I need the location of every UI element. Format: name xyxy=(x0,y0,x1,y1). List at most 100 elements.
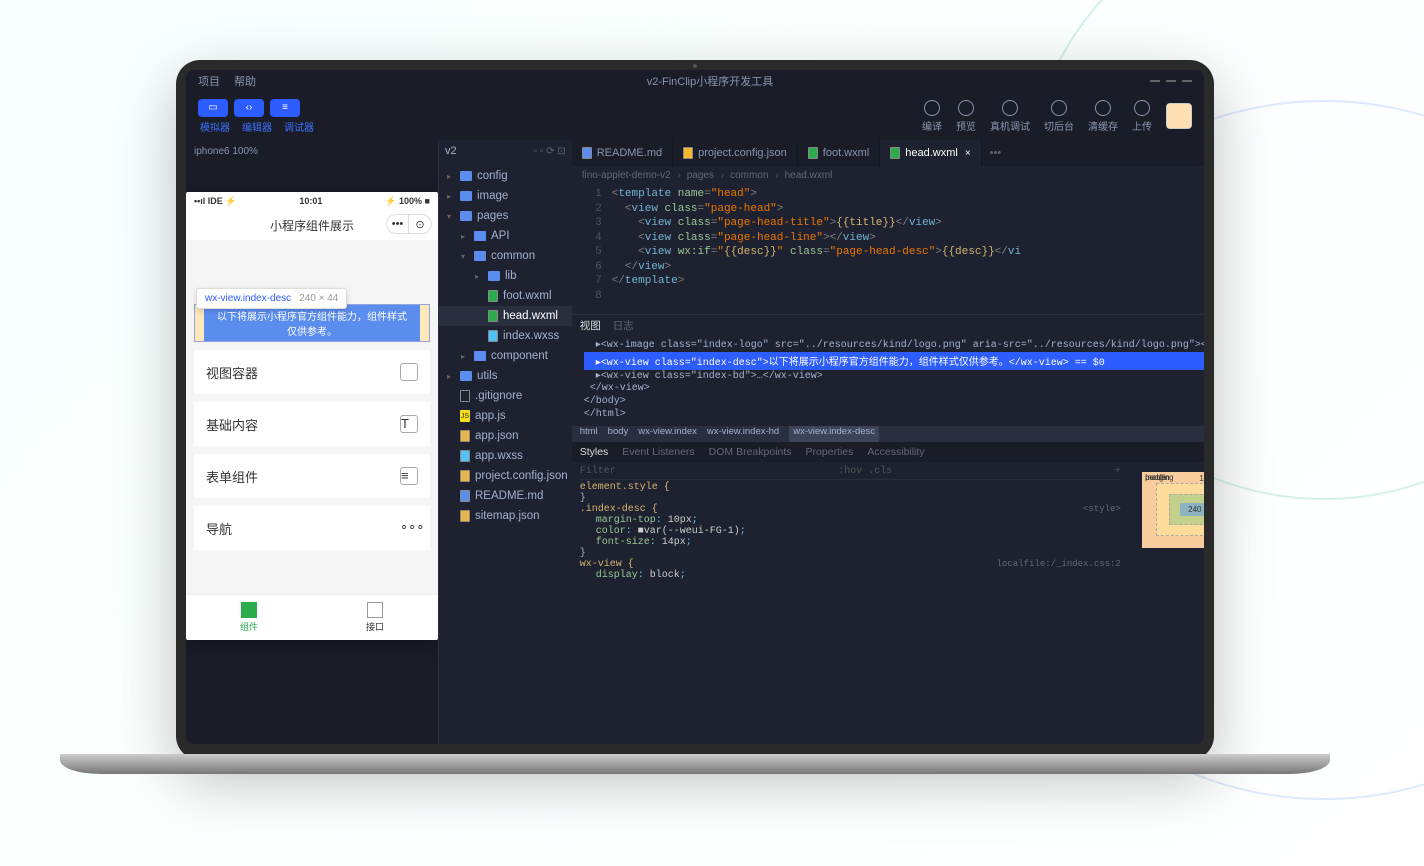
action-clear[interactable]: 清缓存 xyxy=(1088,100,1118,133)
dom-breadcrumb[interactable]: html body wx-view.index wx-view.index-hd… xyxy=(572,426,1204,442)
action-preview[interactable]: 预览 xyxy=(956,100,976,133)
laptop-frame: 项目 帮助 v2-FinClip小程序开发工具 ▭ ‹› ≡ 模拟器 编辑器 调… xyxy=(176,60,1214,760)
menu-icon: ≡ xyxy=(400,467,418,485)
menu-help[interactable]: 帮助 xyxy=(234,73,256,89)
tabs-overflow[interactable]: ••• xyxy=(982,140,1010,166)
styles-tab[interactable]: Event Listeners xyxy=(622,446,694,458)
folder-icon xyxy=(488,271,500,281)
breadcrumb[interactable]: fino-applet-demo-v2pagescommonhead.wxml xyxy=(572,166,1204,184)
list-item[interactable]: 基础内容T xyxy=(194,402,430,446)
file-appjson[interactable]: {}app.json xyxy=(439,426,572,446)
wxml-icon xyxy=(488,310,498,322)
file-sitemap[interactable]: {}sitemap.json xyxy=(439,506,572,526)
md-icon xyxy=(582,147,592,159)
pill-labels: 模拟器 编辑器 调试器 xyxy=(198,119,316,134)
styles-tab[interactable]: Accessibility xyxy=(867,446,924,458)
styles-tabs: Styles Event Listeners DOM Breakpoints P… xyxy=(572,442,1204,462)
file-readme[interactable]: README.md xyxy=(439,486,572,506)
close-icon[interactable]: × xyxy=(965,148,971,159)
tab-projconfig[interactable]: project.config.json xyxy=(673,140,798,166)
folder-api[interactable]: ▸API xyxy=(439,226,572,246)
file-projconfig[interactable]: {}project.config.json xyxy=(439,466,572,486)
phone-preview: ••ıl IDE ⚡ 10:01 ⚡ 100% ■ 小程序组件展示 •••⊙ w… xyxy=(186,192,438,640)
file-appjs[interactable]: JSapp.js xyxy=(439,406,572,426)
simulator-pane: iphone6 100% ••ıl IDE ⚡ 10:01 ⚡ 100% ■ 小… xyxy=(186,140,438,744)
folder-utils[interactable]: ▸utils xyxy=(439,366,572,386)
dots-icon: ∘∘∘ xyxy=(400,519,418,537)
wxml-icon xyxy=(808,147,818,159)
line-gutter: 12345678 xyxy=(572,188,612,310)
file-head[interactable]: head.wxml xyxy=(439,306,572,326)
box-content-dims: 240 × 44 xyxy=(1180,503,1204,516)
device-label[interactable]: iphone6 100% xyxy=(186,140,438,162)
dom-selected[interactable]: ▸<wx-view class="index-desc">以下将展示小程序官方组… xyxy=(584,352,1204,370)
text-icon: T xyxy=(400,415,418,433)
grid-icon xyxy=(241,602,257,618)
capsule-button[interactable]: •••⊙ xyxy=(386,214,432,234)
json-icon: {} xyxy=(460,510,470,522)
menu-project[interactable]: 项目 xyxy=(198,73,220,89)
devtools: 视图 日志 ▸<wx-image class="index-logo" src=… xyxy=(572,314,1204,744)
styles-tab[interactable]: Properties xyxy=(806,446,854,458)
json-icon: {} xyxy=(460,430,470,442)
box-model: margin 10 border padding 240 × 44 xyxy=(1129,462,1204,744)
file-icon xyxy=(460,390,470,402)
pill-editor[interactable]: ‹› xyxy=(234,99,264,117)
window-controls[interactable] xyxy=(1150,80,1192,82)
action-background[interactable]: 切后台 xyxy=(1044,100,1074,133)
phone-tabbar: 组件 接口 xyxy=(186,594,438,640)
wxml-icon xyxy=(488,290,498,302)
editor-pane: README.md project.config.json foot.wxml … xyxy=(572,140,1204,744)
folder-pages[interactable]: ▾pages xyxy=(439,206,572,226)
dom-tree[interactable]: ▸<wx-image class="index-logo" src="../re… xyxy=(572,335,1204,426)
pill-simulator[interactable]: ▭ xyxy=(198,99,228,117)
tab-foot[interactable]: foot.wxml xyxy=(798,140,880,166)
tree-actions[interactable]: ▫ ▫ ⟳ ⊡ xyxy=(534,146,566,157)
wxss-icon xyxy=(488,330,498,342)
folder-common[interactable]: ▾common xyxy=(439,246,572,266)
action-upload[interactable]: 上传 xyxy=(1132,100,1152,133)
inspect-highlight: 以下将展示小程序官方组件能力，组件样式仅供参考。 xyxy=(194,304,430,342)
tab-head[interactable]: head.wxml× xyxy=(880,140,981,166)
action-compile[interactable]: 编译 xyxy=(922,100,942,133)
tree-root-label: v2 xyxy=(445,145,457,157)
folder-icon xyxy=(460,171,472,181)
folder-icon xyxy=(474,251,486,261)
folder-config[interactable]: ▸config xyxy=(439,166,572,186)
folder-icon xyxy=(460,211,472,221)
dt-tab-view[interactable]: 视图 xyxy=(580,318,601,333)
tab-api[interactable]: 接口 xyxy=(312,595,438,640)
phone-statusbar: ••ıl IDE ⚡ 10:01 ⚡ 100% ■ xyxy=(186,192,438,210)
styles-tab[interactable]: Styles xyxy=(580,446,609,458)
dt-tab-log[interactable]: 日志 xyxy=(613,318,634,333)
file-indexwxss[interactable]: index.wxss xyxy=(439,326,572,346)
menubar: 项目 帮助 v2-FinClip小程序开发工具 xyxy=(186,70,1204,92)
list-item[interactable]: 视图容器 xyxy=(194,350,430,394)
toolbar: ▭ ‹› ≡ 模拟器 编辑器 调试器 编译 预览 真机调试 切后台 清缓存 上传 xyxy=(186,92,1204,140)
code-editor[interactable]: 12345678 <template name="head"> <view cl… xyxy=(572,184,1204,314)
action-remote[interactable]: 真机调试 xyxy=(990,100,1030,133)
folder-lib[interactable]: ▸lib xyxy=(439,266,572,286)
md-icon xyxy=(460,490,470,502)
json-icon xyxy=(683,147,693,159)
styles-tab[interactable]: DOM Breakpoints xyxy=(709,446,792,458)
code-lines[interactable]: <template name="head"> <view class="page… xyxy=(612,188,1204,310)
json-icon: {} xyxy=(460,470,470,482)
add-rule-icon[interactable]: + xyxy=(1115,466,1121,477)
list-item[interactable]: 表单组件≡ xyxy=(194,454,430,498)
file-foot[interactable]: foot.wxml xyxy=(439,286,572,306)
avatar[interactable] xyxy=(1166,103,1192,129)
tab-readme[interactable]: README.md xyxy=(572,140,673,166)
laptop-base xyxy=(60,754,1330,774)
folder-component[interactable]: ▸component xyxy=(439,346,572,366)
inspect-tooltip: wx-view.index-desc 240 × 44 xyxy=(196,288,347,309)
hov-cls[interactable]: :hov .cls xyxy=(838,466,892,477)
file-appwxss[interactable]: app.wxss xyxy=(439,446,572,466)
list-item[interactable]: 导航∘∘∘ xyxy=(194,506,430,550)
tab-components[interactable]: 组件 xyxy=(186,595,312,640)
file-gitignore[interactable]: .gitignore xyxy=(439,386,572,406)
pill-debugger[interactable]: ≡ xyxy=(270,99,300,117)
styles-pane[interactable]: Filter :hov .cls + element.style { } <st… xyxy=(572,462,1129,744)
folder-image[interactable]: ▸image xyxy=(439,186,572,206)
styles-filter[interactable]: Filter xyxy=(580,466,616,477)
